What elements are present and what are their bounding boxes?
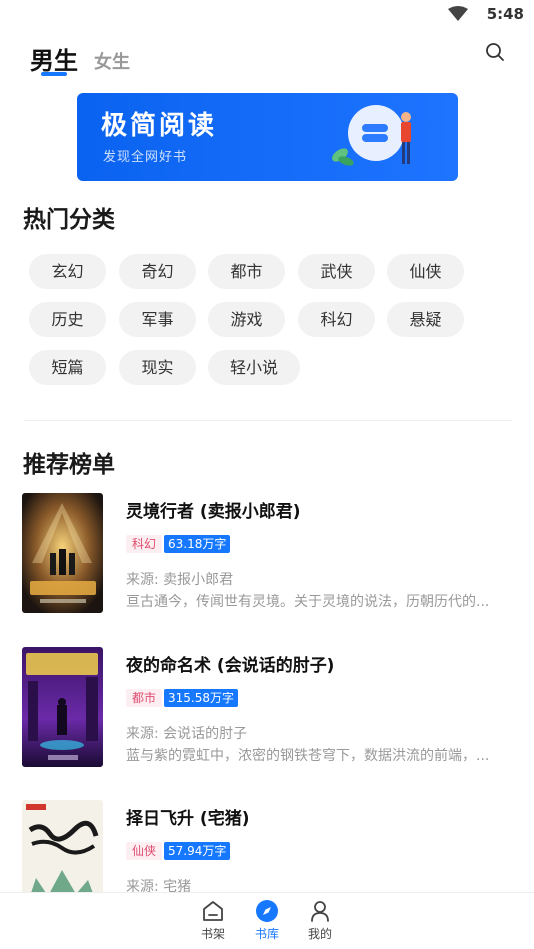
category-chip[interactable]: 科幻 [298,302,375,337]
book-item[interactable]: 择日飞升 (宅猪) 仙侠 57.94万字 来源: 宅猪 [22,800,522,892]
book-cover[interactable] [22,800,103,892]
book-title: 夜的命名术 (会说话的肘子) [126,656,335,676]
tab-male[interactable]: 男生 [30,41,78,76]
category-chip[interactable]: 武侠 [298,254,375,289]
word-count-tag: 63.18万字 [164,535,231,553]
cover-art-icon [22,800,103,892]
category-chip[interactable]: 仙侠 [387,254,464,289]
book-source: 来源: 会说话的肘子 [126,726,248,742]
search-icon[interactable] [484,41,506,63]
book-cover[interactable] [22,647,103,767]
book-tags: 科幻 63.18万字 [126,535,231,553]
bottom-nav: 书架 书库 我的 [0,892,534,949]
section-divider [24,420,512,421]
tab-indicator [41,72,67,76]
banner-title: 极简阅读 [101,111,218,141]
book-cover[interactable] [22,493,103,613]
category-chip[interactable]: 奇幻 [119,254,196,289]
promo-banner[interactable]: 极简阅读 发现全网好书 [77,93,458,181]
banner-subtitle: 发现全网好书 [103,150,188,165]
book-source: 来源: 宅猪 [126,879,192,892]
book-title: 择日飞升 (宅猪) [126,809,250,829]
nav-bookshelf[interactable]: 书架 [191,899,235,947]
nav-label: 我的 [307,927,332,941]
category-tag: 都市 [126,689,163,707]
tab-female[interactable]: 女生 [94,48,130,74]
category-chip[interactable]: 轻小说 [208,350,300,385]
category-chip[interactable]: 军事 [119,302,196,337]
compass-icon [256,900,278,922]
category-chip[interactable]: 玄幻 [29,254,106,289]
category-chip[interactable]: 都市 [208,254,285,289]
bookshelf-icon [203,901,223,921]
nav-profile[interactable]: 我的 [298,899,342,947]
book-source: 来源: 卖报小郎君 [126,572,234,588]
book-tags: 都市 315.58万字 [126,689,239,707]
category-chip[interactable]: 游戏 [208,302,285,337]
book-title: 灵境行者 (卖报小郎君) [126,502,301,522]
book-description: 蓝与紫的霓虹中，浓密的钢铁苍穹下，数据洪流的前端，... [126,748,490,764]
nav-label: 书架 [200,927,225,941]
wifi-icon [448,6,468,21]
category-chip[interactable]: 短篇 [29,350,106,385]
book-item[interactable]: 夜的命名术 (会说话的肘子) 都市 315.58万字 来源: 会说话的肘子 蓝与… [22,647,522,767]
person-icon [311,901,329,922]
category-chip[interactable]: 历史 [29,302,106,337]
word-count-tag: 315.58万字 [164,689,239,707]
nav-label: 书库 [254,927,279,941]
cover-art-icon [22,647,103,767]
rankings-title: 推荐榜单 [23,452,115,478]
category-chip[interactable]: 现实 [119,350,196,385]
categories-title: 热门分类 [23,207,115,233]
category-chip[interactable]: 悬疑 [387,302,464,337]
gender-tabs: 男生 女生 [30,36,130,76]
book-item[interactable]: 灵境行者 (卖报小郎君) 科幻 63.18万字 来源: 卖报小郎君 亘古通今，传… [22,493,522,613]
reading-illustration-icon [332,105,411,166]
nav-library[interactable]: 书库 [245,899,289,947]
category-tag: 仙侠 [126,842,163,860]
book-tags: 仙侠 57.94万字 [126,842,231,860]
status-time: 5:48 [486,5,524,23]
book-description: 亘古通今，传闻世有灵境。关于灵境的说法，历朝历代的... [126,594,490,610]
word-count-tag: 57.94万字 [164,842,231,860]
status-bar: 5:48 [0,0,534,30]
category-tag: 科幻 [126,535,163,553]
cover-art-icon [22,493,103,613]
